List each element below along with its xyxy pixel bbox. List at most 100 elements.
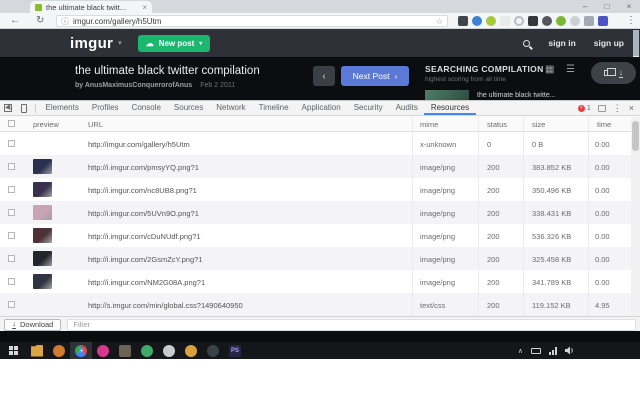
download-label: Download <box>20 320 53 329</box>
devtools-tab[interactable]: Profiles <box>85 101 125 115</box>
extension-icon[interactable] <box>542 16 552 26</box>
row-checkbox[interactable] <box>8 232 15 239</box>
browser-menu-icon[interactable]: ⋮ <box>626 15 636 26</box>
list-view-icon[interactable]: ☰ <box>566 64 575 75</box>
devtools-tab[interactable]: Application <box>295 101 347 115</box>
devtools-menu-icon[interactable]: ⋮ <box>613 103 622 114</box>
col-preview[interactable]: preview <box>33 120 59 129</box>
refresh-icon[interactable]: ↻ <box>36 15 44 26</box>
row-checkbox[interactable] <box>8 186 15 193</box>
extension-icon[interactable] <box>598 16 608 26</box>
copy-icon[interactable] <box>604 70 611 76</box>
devtools-scrollbar[interactable] <box>631 117 640 316</box>
imgur-logo[interactable]: imgur <box>70 35 113 52</box>
devtools-tab[interactable]: Timeline <box>252 101 295 115</box>
taskbar-icon-chrome[interactable] <box>70 342 92 359</box>
taskbar-icon-gem-app[interactable] <box>180 342 202 359</box>
taskbar-icon-clock-app[interactable] <box>158 342 180 359</box>
post-thumbnail[interactable] <box>425 90 469 100</box>
url-bar[interactable]: ⓘ imgur.com/gallery/h5Utm ☆ <box>56 15 448 27</box>
taskbar-icon-disc-app[interactable] <box>202 342 224 359</box>
devtools-tab[interactable]: Security <box>347 101 389 115</box>
device-toolbar-icon[interactable] <box>16 101 32 115</box>
taskbar-icon-maps-app[interactable] <box>136 342 158 359</box>
taskbar-icon-photos-app[interactable] <box>48 342 70 359</box>
minimize-button[interactable]: – <box>574 0 596 13</box>
download-icon[interactable]: ↓ <box>619 68 624 78</box>
resource-row[interactable]: http://i.imgur.com/pmsyYQ.png?1 image/pn… <box>0 155 640 178</box>
start-button[interactable] <box>0 342 26 359</box>
row-checkbox[interactable] <box>8 140 15 147</box>
tray-expand-icon[interactable]: ∧ <box>518 347 523 355</box>
search-icon[interactable] <box>523 40 530 47</box>
devtools-tab[interactable]: Resources <box>424 101 475 115</box>
taskbar-icon-file-explorer[interactable] <box>26 342 48 359</box>
devtools-scrollbar-thumb[interactable] <box>632 121 639 151</box>
chevron-down-icon[interactable]: ▾ <box>118 39 122 47</box>
devtools-tab[interactable]: Sources <box>167 101 209 115</box>
devtools-tab[interactable]: Network <box>210 101 252 115</box>
extension-icon[interactable] <box>584 16 594 26</box>
post-author[interactable]: by AnusMaximusConquerorofAnus <box>75 82 192 89</box>
next-post-button[interactable]: Next Post › <box>341 66 409 86</box>
col-mime[interactable]: mime <box>420 120 438 129</box>
sign-in-link[interactable]: sign in <box>548 38 575 48</box>
close-button[interactable]: × <box>618 0 640 13</box>
extension-icon[interactable] <box>486 16 496 26</box>
devtools-tab[interactable]: Console <box>125 101 167 115</box>
devtools-tab[interactable]: Audits <box>389 101 424 115</box>
inspect-element-icon[interactable] <box>0 101 16 115</box>
row-checkbox[interactable] <box>8 209 15 216</box>
col-url[interactable]: URL <box>88 120 103 129</box>
browser-tab[interactable]: the ultimate black twitt... × <box>30 1 152 13</box>
row-checkbox[interactable] <box>8 255 15 262</box>
row-checkbox[interactable] <box>8 278 15 285</box>
extension-icon[interactable] <box>556 16 566 26</box>
error-badge[interactable]: × 1 <box>578 105 591 112</box>
devtools-tab[interactable]: Elements <box>39 101 85 115</box>
resource-row[interactable]: http://i.imgur.com/cDuNUdf.png?1 image/p… <box>0 224 640 247</box>
bookmark-star-icon[interactable]: ☆ <box>436 17 443 26</box>
col-size[interactable]: size <box>532 120 545 129</box>
resource-row[interactable]: http://i.imgur.com/2GsmZcY.png?1 image/p… <box>0 247 640 270</box>
grid-view-icon[interactable]: ▦ <box>545 64 554 75</box>
taskbar-icon-photoshop[interactable]: PS <box>224 342 246 359</box>
tab-close-icon[interactable]: × <box>142 3 147 12</box>
info-icon[interactable]: ⓘ <box>61 16 69 27</box>
extension-icon[interactable] <box>472 16 482 26</box>
col-status[interactable]: status <box>487 120 507 129</box>
back-icon[interactable]: ← <box>10 15 20 26</box>
taskbar-icon-pink-app[interactable] <box>92 342 114 359</box>
network-icon[interactable] <box>549 347 557 355</box>
dock-side-icon[interactable] <box>598 105 606 112</box>
extension-icon[interactable] <box>500 16 510 26</box>
row-checkbox[interactable] <box>8 163 15 170</box>
post-byline: by AnusMaximusConquerorofAnus Feb 2 2011 <box>75 82 235 89</box>
sign-up-link[interactable]: sign up <box>594 38 624 48</box>
download-button[interactable]: ↓ Download <box>4 319 61 331</box>
extension-icon[interactable] <box>528 16 538 26</box>
touch-keyboard-icon[interactable] <box>531 348 541 354</box>
page-scrollbar-thumb[interactable] <box>633 30 639 56</box>
new-post-button[interactable]: ☁ New post ▾ <box>138 35 211 52</box>
taskbar-icon-gallery-app[interactable] <box>114 342 136 359</box>
devtools-close-icon[interactable]: × <box>629 103 634 113</box>
volume-icon[interactable] <box>565 346 574 355</box>
resource-row[interactable]: http://s.imgur.com/min/global.css?149064… <box>0 293 640 316</box>
resource-url: http://i.imgur.com/cDuNUdf.png?1 <box>88 232 201 241</box>
extension-icon[interactable] <box>458 16 468 26</box>
tab-title: the ultimate black twitt... <box>46 3 138 12</box>
resource-row[interactable]: http://i.imgur.com/5UVn9O.png?1 image/pn… <box>0 201 640 224</box>
col-time[interactable]: time <box>597 120 611 129</box>
previous-post-button[interactable]: ‹ <box>313 66 335 86</box>
maximize-button[interactable]: □ <box>596 0 618 13</box>
resource-row[interactable]: http://imgur.com/gallery/h5Utm x-unknown… <box>0 132 640 155</box>
resource-row[interactable]: http://i.imgur.com/NM2G08A.png?1 image/p… <box>0 270 640 293</box>
extension-icon[interactable] <box>570 16 580 26</box>
filter-input[interactable] <box>67 319 636 331</box>
row-checkbox[interactable] <box>8 301 15 308</box>
sidebar-thumb-row[interactable]: the ultimate black twitte... <box>425 90 556 100</box>
extension-icon[interactable] <box>514 16 524 26</box>
resource-row[interactable]: http://i.imgur.com/nc8UB8.png?1 image/pn… <box>0 178 640 201</box>
select-all-checkbox[interactable] <box>8 120 15 127</box>
